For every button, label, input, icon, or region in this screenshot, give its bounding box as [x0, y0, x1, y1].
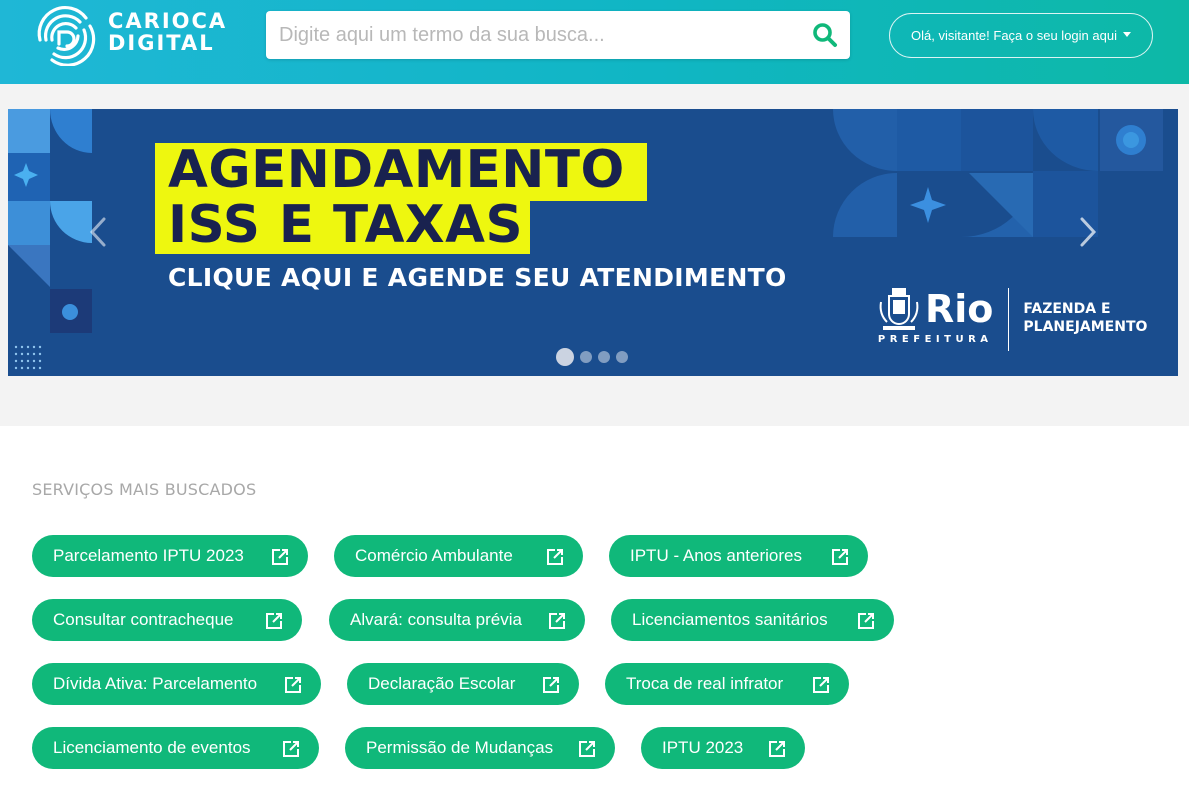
search-input[interactable]	[266, 11, 796, 59]
external-link-icon	[283, 741, 299, 757]
service-pill-permissao-de-mudancas[interactable]: Permissão de Mudanças	[345, 727, 615, 769]
prefeitura-label: PREFEITURA	[877, 334, 993, 345]
service-label: Comércio Ambulante	[355, 546, 513, 565]
external-link-icon	[579, 741, 595, 757]
external-link-icon	[832, 549, 848, 565]
department-label: FAZENDA E PLANEJAMENTO	[1023, 300, 1147, 336]
chevron-left-icon[interactable]	[86, 213, 110, 251]
rio-coat-of-arms-icon	[879, 288, 919, 330]
service-pill-parcelamento-iptu-2023[interactable]: Parcelamento IPTU 2023	[32, 535, 308, 577]
rio-brand: Rio PREFEITURA	[877, 286, 994, 345]
prefeitura-rio-logo: Rio PREFEITURA FAZENDA E PLANEJAMENTO	[877, 286, 1147, 351]
service-pill-troca-de-real-infrator[interactable]: Troca de real infrator	[605, 663, 849, 705]
rio-brand-top: Rio	[877, 286, 993, 332]
headline-line-1: AGENDAMENTO	[168, 140, 625, 200]
search-bar	[266, 11, 850, 59]
external-link-icon	[813, 677, 829, 693]
caret-down-icon	[1122, 31, 1131, 37]
service-label: Alvará: consulta prévia	[350, 610, 522, 629]
service-label: IPTU 2023	[662, 738, 744, 757]
service-label: IPTU - Anos anteriores	[630, 546, 802, 565]
external-link-icon	[543, 677, 559, 693]
service-label: Permissão de Mudanças	[366, 738, 554, 757]
service-label: Licenciamento de eventos	[53, 738, 251, 757]
fingerprint-logo-icon	[37, 6, 96, 66]
brand-divider	[1008, 288, 1010, 351]
service-pill-iptu-2023[interactable]: IPTU 2023	[641, 727, 805, 769]
search-icon[interactable]	[812, 22, 838, 48]
service-pill-consultar-contracheque[interactable]: Consultar contracheque	[32, 599, 302, 641]
login-dropdown-button[interactable]: Olá, visitante! Faça o seu login aqui	[889, 13, 1153, 58]
carousel-dot-3[interactable]	[598, 351, 610, 363]
logo-line-1: CARIOCA	[108, 9, 228, 33]
service-pill-licenciamento-de-eventos[interactable]: Licenciamento de eventos	[32, 727, 319, 769]
banner-headline: AGENDAMENTO ISS E TAXAS	[168, 143, 625, 253]
service-label: Dívida Ativa: Parcelamento	[53, 674, 258, 693]
logo-wordmark: CARIOCA DIGITAL	[108, 10, 227, 54]
chevron-right-icon[interactable]	[1076, 213, 1100, 251]
carousel-dot-1[interactable]	[556, 348, 574, 366]
external-link-icon	[547, 549, 563, 565]
service-pill-licenciamentos-sanitarios[interactable]: Licenciamentos sanitários	[611, 599, 894, 641]
service-pill-alvara-consulta-previa[interactable]: Alvará: consulta prévia	[329, 599, 585, 641]
department-line-1: FAZENDA E	[1023, 301, 1111, 317]
carioca-digital-logo[interactable]: CARIOCA DIGITAL	[32, 0, 227, 72]
headline-line-2: ISS E TAXAS	[168, 195, 524, 255]
rio-wordmark: Rio	[925, 287, 994, 331]
service-label: Troca de real infrator	[626, 674, 784, 693]
external-link-icon	[769, 741, 785, 757]
external-link-icon	[266, 613, 282, 629]
section-title: SERVIÇOS MAIS BUSCADOS	[32, 480, 257, 499]
logo-line-2: DIGITAL	[108, 31, 215, 55]
service-label: Consultar contracheque	[53, 610, 234, 629]
service-label: Parcelamento IPTU 2023	[53, 546, 244, 565]
carousel-dot-2[interactable]	[580, 351, 592, 363]
service-pill-declaracao-escolar[interactable]: Declaração Escolar	[347, 663, 579, 705]
external-link-icon	[549, 613, 565, 629]
external-link-icon	[858, 613, 874, 629]
service-label: Licenciamentos sanitários	[632, 610, 828, 629]
service-pill-divida-ativa-parcelamento[interactable]: Dívida Ativa: Parcelamento	[32, 663, 321, 705]
banner-subline: CLIQUE AQUI E AGENDE SEU ATENDIMENTO	[168, 263, 787, 292]
service-pill-comercio-ambulante[interactable]: Comércio Ambulante	[334, 535, 583, 577]
site-header: CARIOCA DIGITAL Olá, visitante! Faça o s…	[0, 0, 1189, 84]
carousel-dot-4[interactable]	[616, 351, 628, 363]
external-link-icon	[272, 549, 288, 565]
external-link-icon	[285, 677, 301, 693]
carousel-banner[interactable]: AGENDAMENTO ISS E TAXAS CLIQUE AQUI E AG…	[8, 109, 1178, 376]
login-label: Olá, visitante! Faça o seu login aqui	[911, 28, 1117, 43]
department-line-2: PLANEJAMENTO	[1023, 319, 1148, 335]
carousel-indicators	[556, 348, 634, 366]
service-label: Declaração Escolar	[368, 674, 516, 693]
service-pill-iptu-anos-anteriores[interactable]: IPTU - Anos anteriores	[609, 535, 868, 577]
